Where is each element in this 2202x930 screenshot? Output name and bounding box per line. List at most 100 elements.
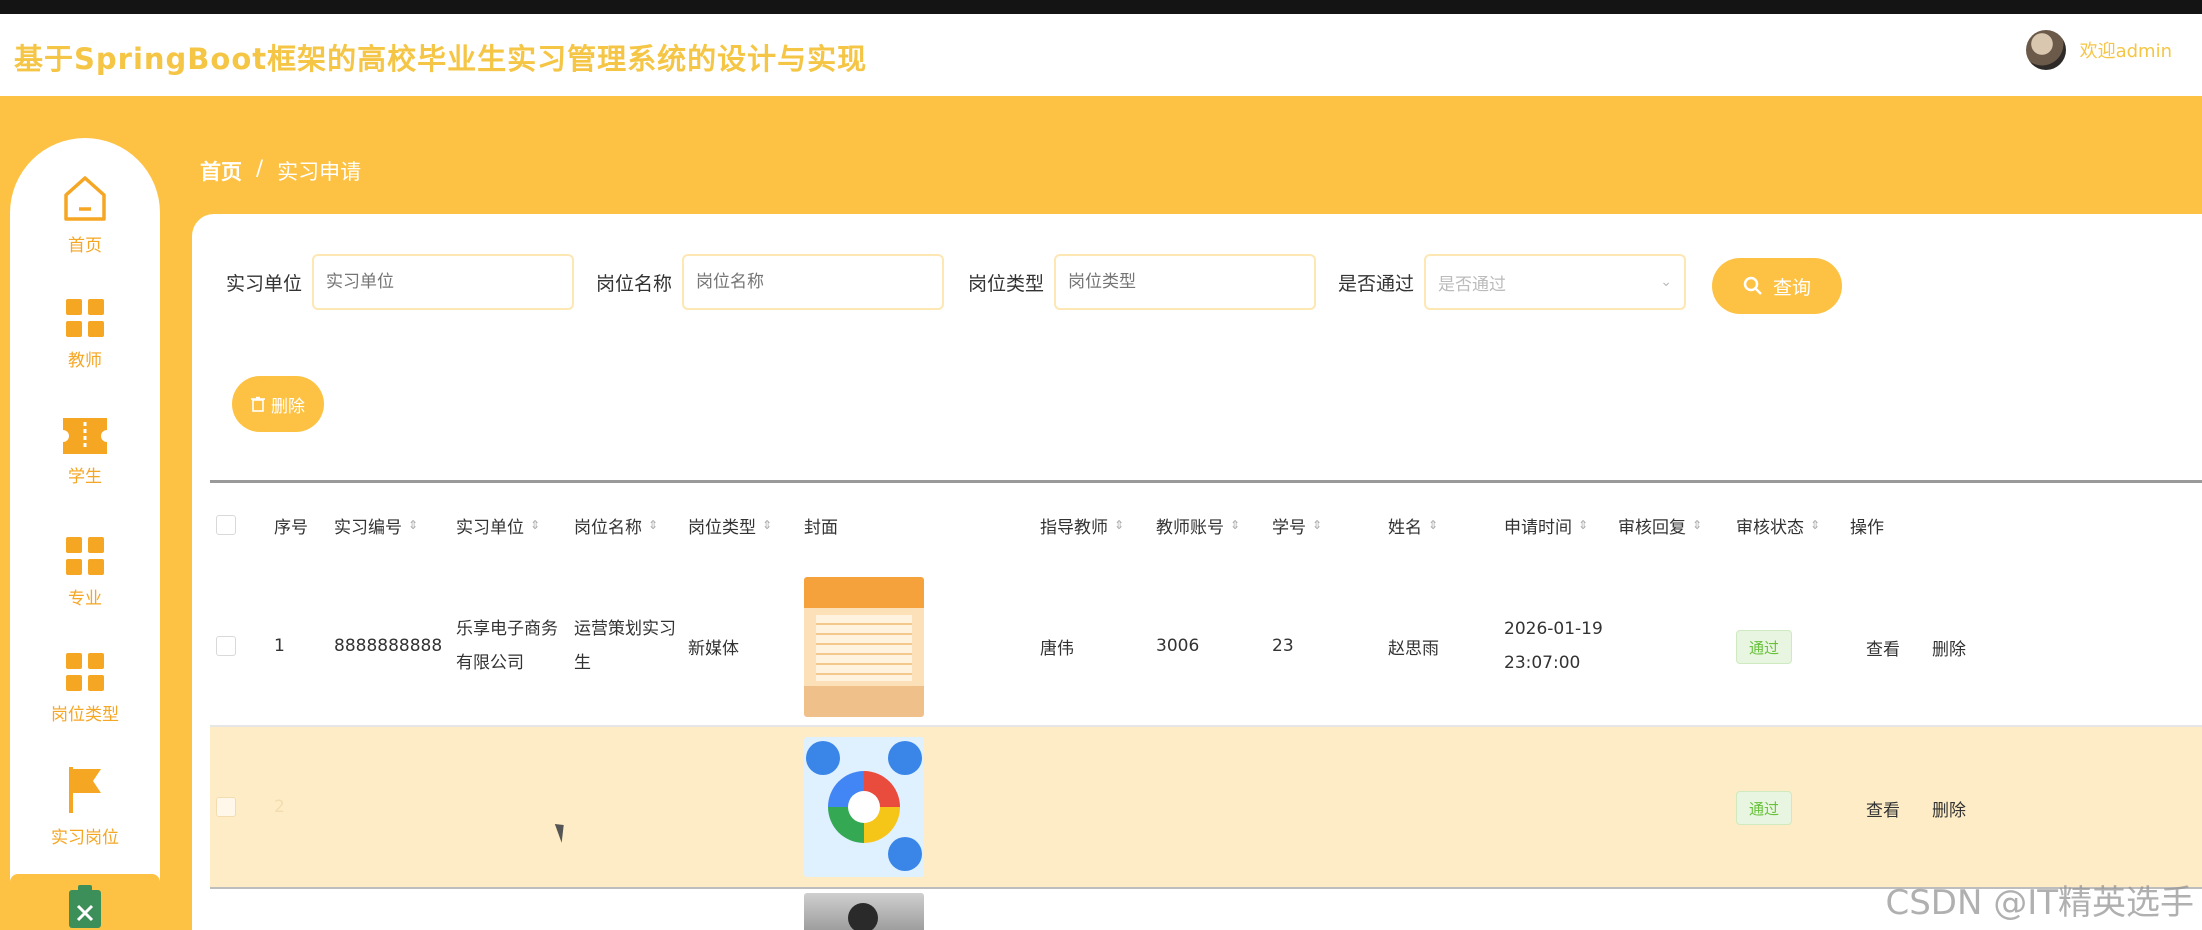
sort-icon[interactable]: ⇕	[1578, 518, 1588, 532]
user-menu[interactable]: 欢迎admin	[2025, 30, 2172, 70]
cover-image[interactable]	[804, 577, 924, 717]
cover-image[interactable]	[804, 737, 924, 877]
flag-icon	[69, 766, 101, 813]
sort-icon[interactable]: ⇕	[530, 518, 540, 532]
trash-icon	[251, 396, 265, 412]
breadcrumb: 首页 / 实习申请	[200, 156, 361, 186]
sidebar-item-label: 专业	[68, 588, 102, 609]
avatar[interactable]	[2025, 30, 2066, 70]
cell-code: 8888888888	[334, 636, 443, 656]
filter-position-label: 岗位名称	[596, 272, 673, 295]
filter-unit: 实习单位	[226, 254, 575, 310]
row-checkbox[interactable]	[216, 567, 236, 725]
col-teacher-account[interactable]: 教师账号 ⇕	[1156, 483, 1240, 567]
cell-time: 2026-01-19 23:07:00	[1504, 619, 1603, 673]
col-label: 实习单位	[456, 517, 524, 538]
breadcrumb-home[interactable]: 首页	[200, 156, 242, 186]
cell-teacher: 唐伟	[1040, 638, 1074, 659]
col-label: 序号	[274, 517, 308, 538]
sort-icon[interactable]: ⇕	[762, 518, 772, 532]
position-search-input[interactable]	[682, 254, 945, 310]
col-type[interactable]: 岗位类型 ⇕	[688, 483, 772, 567]
status-badge: 通过	[1736, 630, 1792, 664]
sort-icon[interactable]: ⇕	[648, 518, 658, 532]
col-reply[interactable]: 审核回复 ⇕	[1618, 483, 1702, 567]
row-checkbox[interactable]	[216, 727, 236, 887]
search-icon	[1743, 276, 1762, 295]
search-button-label: 查询	[1772, 276, 1811, 299]
sidebar-item-label: 实习岗位	[51, 827, 119, 848]
col-label: 指导教师	[1040, 517, 1108, 538]
sidebar-item-label: 教师	[68, 350, 102, 371]
col-status[interactable]: 审核状态 ⇕	[1736, 483, 1820, 567]
col-code[interactable]: 实习编号 ⇕	[334, 483, 418, 567]
table-header: 序号 实习编号 ⇕ 实习单位 ⇕ 岗位名称 ⇕ 岗位类型 ⇕ 封面 指导教师 ⇕ 教师账号…	[210, 483, 2202, 567]
sort-icon[interactable]: ⇕	[1428, 518, 1438, 532]
col-student-no[interactable]: 学号 ⇕	[1272, 483, 1322, 567]
col-unit[interactable]: 实习单位 ⇕	[456, 483, 540, 567]
view-button[interactable]: 查看	[1866, 567, 1900, 727]
cell-name: 赵思雨	[1388, 638, 1439, 659]
sidebar-item-students[interactable]: 学生	[10, 396, 160, 508]
cover-image[interactable]	[804, 893, 924, 930]
home-icon	[64, 175, 106, 221]
type-search-input[interactable]	[1054, 254, 1317, 310]
chevron-down-icon: ⌄	[1660, 274, 1673, 290]
sort-icon[interactable]: ⇕	[408, 518, 418, 532]
delete-button[interactable]: 删除	[1932, 727, 1966, 889]
sidebar-item-internship-applications[interactable]	[10, 874, 160, 930]
app-title: 基于SpringBoot框架的高校毕业生实习管理系统的设计与实现	[14, 42, 868, 76]
sidebar: 首页 教师 学生 专业 岗位类型 实习岗位	[10, 138, 160, 930]
top-dark-bar	[0, 0, 2202, 14]
sort-icon[interactable]: ⇕	[1692, 518, 1702, 532]
sidebar-item-position-types[interactable]: 岗位类型	[10, 632, 160, 744]
col-position[interactable]: 岗位名称 ⇕	[574, 483, 658, 567]
ticket-icon	[63, 417, 107, 454]
sidebar-item-majors[interactable]: 专业	[10, 516, 160, 628]
sort-icon[interactable]: ⇕	[1114, 518, 1124, 532]
col-teacher[interactable]: 指导教师 ⇕	[1040, 483, 1124, 567]
cell-teacher-account: 3006	[1156, 636, 1200, 656]
col-label: 姓名	[1388, 517, 1422, 538]
clipboard-icon	[69, 885, 101, 928]
pass-select[interactable]: 是否通过 ⌄	[1424, 254, 1687, 310]
status-badge: 通过	[1736, 791, 1792, 825]
view-button[interactable]: 查看	[1866, 727, 1900, 889]
col-label: 岗位名称	[574, 517, 642, 538]
cell-index: 1	[274, 636, 285, 656]
delete-button[interactable]: 删除	[1932, 567, 1966, 727]
col-name[interactable]: 姓名 ⇕	[1388, 483, 1438, 567]
breadcrumb-separator: /	[256, 156, 264, 180]
search-button[interactable]: 查询	[1712, 258, 1842, 314]
col-label: 申请时间	[1504, 517, 1572, 538]
col-label: 封面	[804, 517, 838, 538]
col-time[interactable]: 申请时间 ⇕	[1504, 483, 1588, 567]
unit-search-input[interactable]	[312, 254, 575, 310]
user-name[interactable]: 欢迎admin	[2080, 37, 2172, 63]
sidebar-item-teachers[interactable]: 教师	[10, 278, 160, 390]
app-header: 基于SpringBoot框架的高校毕业生实习管理系统的设计与实现 欢迎admin	[0, 14, 2202, 96]
applications-table: 序号 实习编号 ⇕ 实习单位 ⇕ 岗位名称 ⇕ 岗位类型 ⇕ 封面 指导教师 ⇕ 教师账号…	[210, 480, 2202, 930]
filter-type: 岗位类型	[968, 254, 1317, 310]
pass-select-placeholder: 是否通过	[1438, 274, 1507, 295]
sort-icon[interactable]: ⇕	[1312, 518, 1322, 532]
filter-type-label: 岗位类型	[968, 272, 1045, 295]
cell-index: 2	[274, 797, 285, 817]
sidebar-item-home[interactable]: 首页	[10, 158, 160, 270]
sort-icon[interactable]: ⇕	[1230, 518, 1240, 532]
col-label: 审核回复	[1618, 517, 1686, 538]
filter-pass-label: 是否通过	[1338, 272, 1415, 295]
col-label: 实习编号	[334, 517, 402, 538]
select-all-checkbox[interactable]	[216, 483, 236, 567]
table-row: 2 通过 查看 删除	[210, 727, 2202, 889]
col-index: 序号	[274, 483, 308, 567]
batch-delete-button[interactable]: 删除	[232, 376, 324, 432]
col-label: 操作	[1850, 517, 1884, 538]
sort-icon[interactable]: ⇕	[1810, 518, 1820, 532]
sidebar-item-internship-positions[interactable]: 实习岗位	[10, 750, 160, 862]
filter-unit-label: 实习单位	[226, 272, 303, 295]
sidebar-item-label: 学生	[68, 466, 102, 487]
grid-icon	[66, 652, 104, 691]
col-label: 岗位类型	[688, 517, 756, 538]
sidebar-item-label: 岗位类型	[51, 704, 119, 725]
